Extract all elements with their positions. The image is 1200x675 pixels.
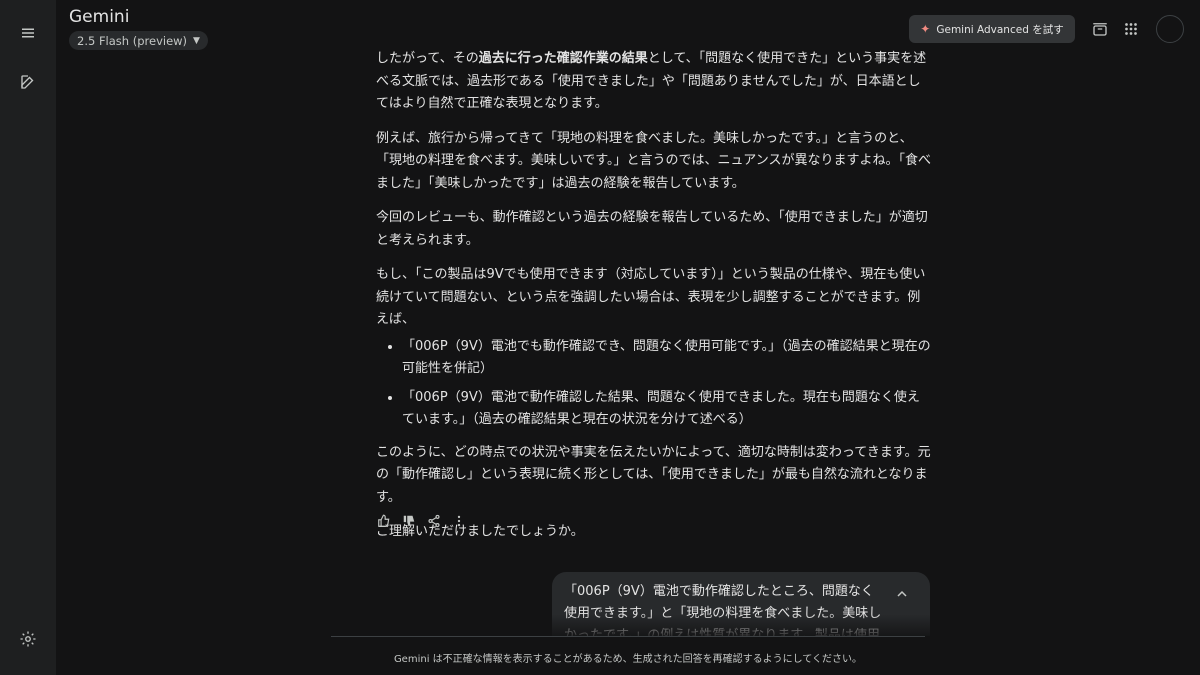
left-rail (0, 0, 56, 675)
thumbs-down-icon[interactable] (401, 513, 417, 529)
response-paragraph-5: このように、どの時点での状況や事実を伝えたいかによって、適切な時制は変わってきま… (376, 444, 931, 505)
sparkle-icon: ✦ (920, 22, 931, 36)
response-paragraph-2: 例えば、旅行から帰ってきて「現地の料理を食べました。美味しかったです。」と言うの… (376, 130, 931, 191)
list-item: 「006P（9V）電池で動作確認した結果、問題なく使用できました。現在も問題なく… (402, 387, 932, 432)
response-paragraph-1: したがって、その過去に行った確認作業の結果として、「問題なく使用できた」という事… (376, 51, 927, 111)
gear-icon[interactable] (12, 623, 44, 655)
response-bullet-list: 「006P（9V）電池でも動作確認でき、問題なく使用可能です。」（過去の確認結果… (376, 336, 932, 432)
response-paragraph-3: 今回のレビューも、動作確認という過去の経験を報告しているため、「使用できました」… (376, 210, 928, 248)
disclaimer-text: Gemini は不正確な情報を表示することがあるため、生成された回答を再確認する… (393, 654, 863, 665)
more-vert-icon[interactable] (451, 513, 467, 529)
caret-down-icon: ▼ (193, 35, 200, 46)
avatar[interactable] (1156, 15, 1184, 43)
response-actions (376, 512, 467, 530)
text-fade-overlay (552, 614, 930, 636)
chevron-up-icon[interactable] (894, 586, 910, 602)
user-prompt-bubble[interactable]: 「006P（9V）電池で動作確認したところ、問題なく使用できます。」と「現地の料… (552, 572, 930, 636)
try-advanced-button[interactable]: ✦ Gemini Advanced を試す (909, 15, 1075, 43)
input-divider (331, 636, 925, 637)
model-selector[interactable]: 2.5 Flash (preview) ▼ (69, 31, 208, 50)
list-item: 「006P（9V）電池でも動作確認でき、問題なく使用可能です。」（過去の確認結果… (402, 336, 932, 381)
share-icon[interactable] (426, 513, 442, 529)
thumbs-up-icon[interactable] (376, 513, 392, 529)
gemini-app: Gemini 2.5 Flash (preview) ▼ ✦ Gemini Ad… (0, 0, 1200, 675)
new-chat-icon[interactable] (12, 66, 44, 98)
apps-grid-icon[interactable] (1119, 17, 1143, 41)
model-label: 2.5 Flash (preview) (77, 33, 188, 48)
bold-phrase: 過去に行った確認作業の結果 (478, 51, 648, 66)
advanced-label: Gemini Advanced を試す (936, 23, 1064, 36)
menu-icon[interactable] (12, 17, 44, 49)
response-paragraph-4: もし、「この製品は9Vでも使用できます（対応しています）」という製品の仕様や、現… (376, 267, 926, 327)
model-response: したがって、その過去に行った確認作業の結果として、「問題なく使用できた」という事… (376, 48, 932, 556)
app-title: Gemini (69, 7, 130, 27)
archive-icon[interactable] (1088, 17, 1112, 41)
